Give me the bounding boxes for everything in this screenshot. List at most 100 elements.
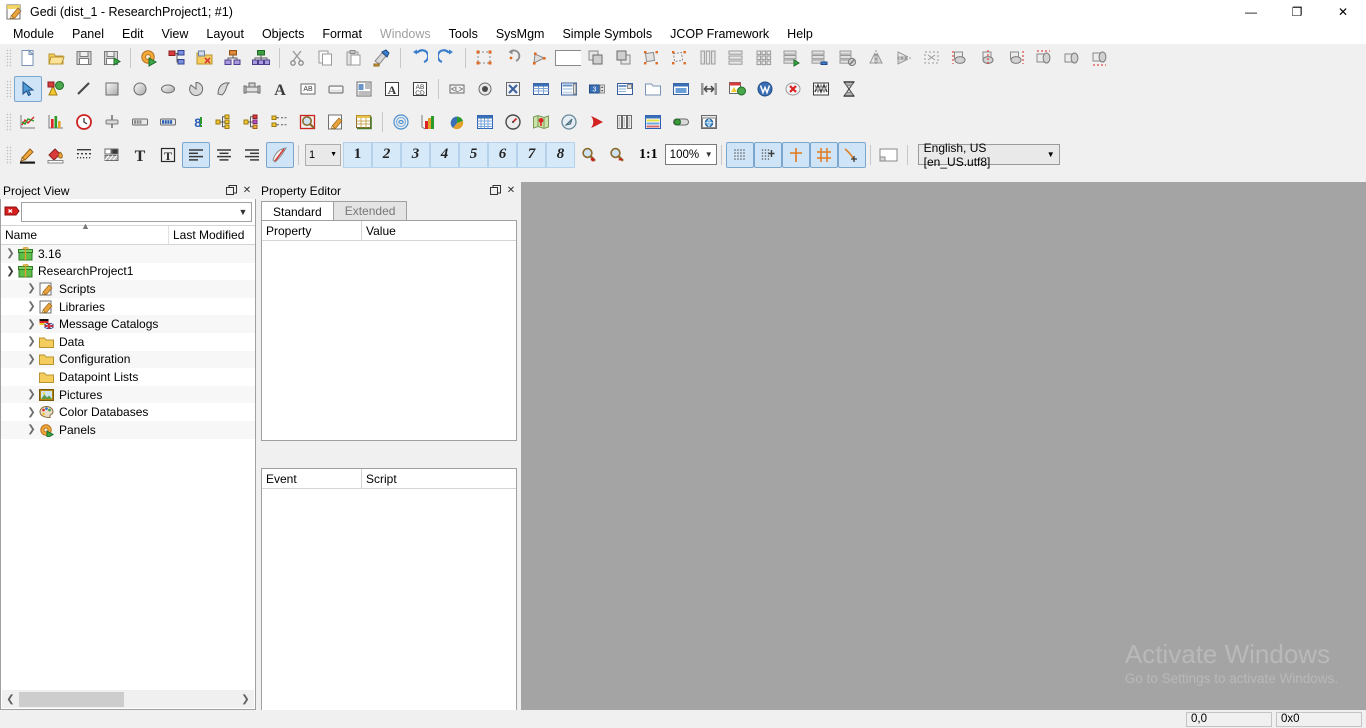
- property-editor-close-button[interactable]: ✕: [504, 184, 518, 198]
- distribute-columns-icon[interactable]: [694, 45, 722, 71]
- pipe-icon[interactable]: [238, 76, 266, 102]
- chevron-right-icon[interactable]: ❯: [25, 283, 38, 294]
- browser-icon[interactable]: [695, 109, 723, 135]
- align-text-right-icon[interactable]: [238, 142, 266, 168]
- clock-icon[interactable]: [70, 109, 98, 135]
- toolbar-grip[interactable]: [5, 48, 12, 68]
- chevron-right-icon[interactable]: ❯: [25, 424, 38, 435]
- chevron-down-icon[interactable]: ▼: [235, 207, 251, 217]
- slider-icon[interactable]: [98, 109, 126, 135]
- menu-view[interactable]: View: [153, 25, 198, 43]
- fit-bounds-icon[interactable]: [918, 45, 946, 71]
- ellipse-icon[interactable]: [154, 76, 182, 102]
- flip-vertical-icon[interactable]: [862, 45, 890, 71]
- spreadsheet-icon[interactable]: [350, 109, 378, 135]
- ruler-snap-icon[interactable]: [837, 141, 866, 168]
- language-combo[interactable]: English, US [en_US.utf8] ▼: [917, 141, 1060, 169]
- layer-button-6[interactable]: 6: [488, 141, 517, 168]
- tab-standard[interactable]: Standard: [261, 201, 334, 221]
- align-text-center-icon[interactable]: [210, 142, 238, 168]
- polygon-icon[interactable]: [210, 76, 238, 102]
- list-icon[interactable]: [555, 76, 583, 102]
- checkbox-x-icon[interactable]: [499, 76, 527, 102]
- layer-button-8[interactable]: 8: [546, 141, 575, 168]
- tree-item-panels[interactable]: ❯ Panels: [1, 420, 255, 439]
- menu-help[interactable]: Help: [778, 25, 822, 43]
- line-icon[interactable]: [70, 76, 98, 102]
- tree-item-researchproject1[interactable]: ❯ ResearchProject1: [1, 263, 255, 281]
- circle-icon[interactable]: [126, 76, 154, 102]
- chevron-down-icon[interactable]: ❯: [4, 266, 17, 277]
- radar-icon[interactable]: [387, 109, 415, 135]
- toggle-switch-icon[interactable]: [667, 109, 695, 135]
- panel-topology-icon[interactable]: [191, 45, 219, 71]
- image-add-icon[interactable]: [723, 76, 751, 102]
- group-box-icon[interactable]: [639, 76, 667, 102]
- chevron-right-icon[interactable]: ❯: [25, 301, 38, 312]
- background-color-swatch[interactable]: [554, 45, 582, 71]
- gauge-icon[interactable]: [499, 109, 527, 135]
- toolbar-grip[interactable]: [5, 111, 12, 132]
- column-header-event[interactable]: Event: [262, 469, 362, 488]
- chevron-right-icon[interactable]: ❯: [4, 248, 17, 259]
- close-button[interactable]: ✕: [1320, 0, 1366, 24]
- trend-chart-icon[interactable]: [14, 109, 42, 135]
- rectangle-icon[interactable]: [98, 76, 126, 102]
- scrollbar-track[interactable]: [19, 690, 237, 708]
- menu-simple-symbols[interactable]: Simple Symbols: [553, 25, 661, 43]
- fill-pattern-icon[interactable]: [98, 142, 126, 168]
- cut-icon[interactable]: [284, 45, 312, 71]
- reshape-icon[interactable]: [526, 45, 554, 71]
- minimize-button[interactable]: —: [1228, 0, 1274, 24]
- layer-button-1[interactable]: 1: [343, 141, 372, 168]
- rotate-icon[interactable]: [498, 45, 526, 71]
- tree-item-3-16[interactable]: ❯ 3.16: [1, 245, 255, 263]
- paste-icon[interactable]: [340, 45, 368, 71]
- node-tree-icon[interactable]: [219, 45, 247, 71]
- menu-layout[interactable]: Layout: [197, 25, 253, 43]
- selection-zoom-icon[interactable]: [294, 109, 322, 135]
- align-text-left-icon[interactable]: [182, 141, 210, 168]
- layer-button-7[interactable]: 7: [517, 141, 546, 168]
- align-right-icon[interactable]: [1086, 45, 1114, 71]
- pointer-select-icon[interactable]: [14, 75, 42, 102]
- menu-jcop-framework[interactable]: JCOP Framework: [661, 25, 778, 43]
- redo-icon[interactable]: [433, 45, 461, 71]
- menu-sysmgm[interactable]: SysMgm: [487, 25, 554, 43]
- shape-tools-icon[interactable]: [42, 76, 70, 102]
- align-bottom-icon[interactable]: [946, 45, 974, 71]
- toolbar-grip[interactable]: [5, 78, 12, 99]
- references-icon[interactable]: [163, 45, 191, 71]
- zoom-in-icon[interactable]: [575, 142, 603, 168]
- save-as-panel-icon[interactable]: [98, 45, 126, 71]
- text-icon[interactable]: A: [266, 76, 294, 102]
- chevron-right-icon[interactable]: ❯: [25, 389, 38, 400]
- distribute-rows-icon[interactable]: [722, 45, 750, 71]
- column-header-value[interactable]: Value: [362, 221, 516, 240]
- toolbar-grip[interactable]: [5, 144, 12, 165]
- save-panel-icon[interactable]: [70, 45, 98, 71]
- seven-segment-icon[interactable]: 8: [182, 109, 210, 135]
- chevron-right-icon[interactable]: ❯: [25, 336, 38, 347]
- project-view-horizontal-scrollbar[interactable]: ❮ ❯: [2, 690, 254, 708]
- layer-button-5[interactable]: 5: [459, 141, 488, 168]
- progress-bar-icon[interactable]: [126, 109, 154, 135]
- zoom-level-combo[interactable]: 100% ▼: [664, 144, 717, 165]
- reference-label-icon[interactable]: <L>: [443, 76, 471, 102]
- flip-horizontal-icon[interactable]: [890, 45, 918, 71]
- 3d-bar-icon[interactable]: [415, 109, 443, 135]
- spin-box-icon[interactable]: 3: [583, 76, 611, 102]
- format-paint-icon[interactable]: [368, 45, 396, 71]
- align-center-vertical-icon[interactable]: [974, 45, 1002, 71]
- project-view-restore-button[interactable]: [224, 184, 238, 198]
- tree-item-libraries[interactable]: ❯ Libraries: [1, 298, 255, 316]
- button-icon[interactable]: [322, 76, 350, 102]
- grid-arrange-icon[interactable]: [750, 45, 778, 71]
- tab-extended[interactable]: Extended: [332, 201, 408, 220]
- grid-snap-icon[interactable]: [753, 141, 782, 168]
- radio-button-icon[interactable]: [471, 76, 499, 102]
- splitter-icon[interactable]: [695, 76, 723, 102]
- font-icon[interactable]: T: [126, 142, 154, 168]
- menu-format[interactable]: Format: [313, 25, 371, 43]
- scroll-left-icon[interactable]: ❮: [2, 691, 19, 708]
